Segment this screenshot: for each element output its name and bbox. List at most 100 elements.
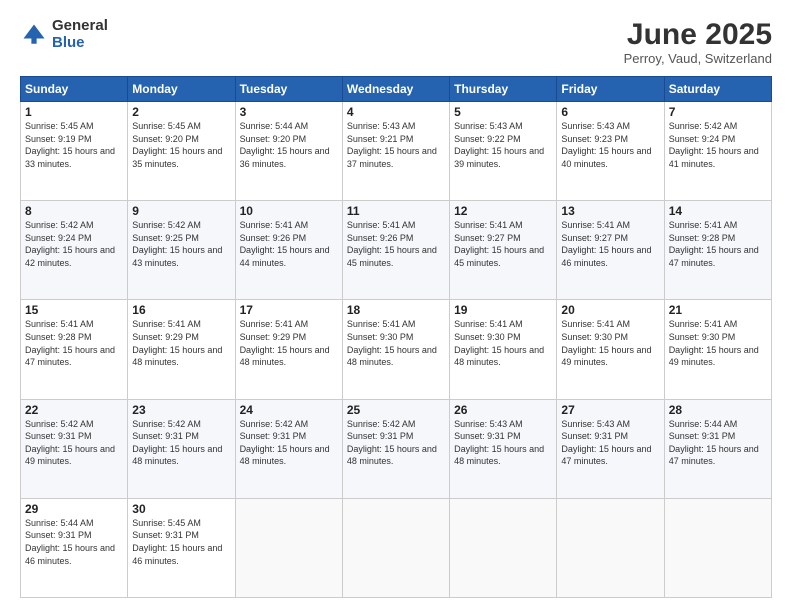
day-number: 1 xyxy=(25,105,123,119)
day-number: 4 xyxy=(347,105,445,119)
table-row xyxy=(235,498,342,597)
day-info: Sunrise: 5:41 AMSunset: 9:28 PMDaylight:… xyxy=(669,219,767,269)
title-area: June 2025 Perroy, Vaud, Switzerland xyxy=(624,18,772,66)
day-info: Sunrise: 5:41 AMSunset: 9:29 PMDaylight:… xyxy=(132,318,230,368)
table-row: 28Sunrise: 5:44 AMSunset: 9:31 PMDayligh… xyxy=(664,399,771,498)
day-info: Sunrise: 5:41 AMSunset: 9:27 PMDaylight:… xyxy=(454,219,552,269)
day-number: 17 xyxy=(240,303,338,317)
day-number: 28 xyxy=(669,403,767,417)
day-number: 3 xyxy=(240,105,338,119)
table-row: 30Sunrise: 5:45 AMSunset: 9:31 PMDayligh… xyxy=(128,498,235,597)
col-tuesday: Tuesday xyxy=(235,77,342,102)
page: General Blue June 2025 Perroy, Vaud, Swi… xyxy=(0,0,792,612)
table-row: 26Sunrise: 5:43 AMSunset: 9:31 PMDayligh… xyxy=(450,399,557,498)
table-row: 4Sunrise: 5:43 AMSunset: 9:21 PMDaylight… xyxy=(342,102,449,201)
table-row: 27Sunrise: 5:43 AMSunset: 9:31 PMDayligh… xyxy=(557,399,664,498)
header: General Blue June 2025 Perroy, Vaud, Swi… xyxy=(20,18,772,66)
calendar-row: 8Sunrise: 5:42 AMSunset: 9:24 PMDaylight… xyxy=(21,201,772,300)
day-number: 10 xyxy=(240,204,338,218)
day-info: Sunrise: 5:42 AMSunset: 9:31 PMDaylight:… xyxy=(347,418,445,468)
table-row: 1Sunrise: 5:45 AMSunset: 9:19 PMDaylight… xyxy=(21,102,128,201)
day-info: Sunrise: 5:45 AMSunset: 9:31 PMDaylight:… xyxy=(132,517,230,567)
col-monday: Monday xyxy=(128,77,235,102)
table-row: 21Sunrise: 5:41 AMSunset: 9:30 PMDayligh… xyxy=(664,300,771,399)
logo-blue: Blue xyxy=(52,35,108,52)
table-row: 23Sunrise: 5:42 AMSunset: 9:31 PMDayligh… xyxy=(128,399,235,498)
col-friday: Friday xyxy=(557,77,664,102)
calendar-row: 1Sunrise: 5:45 AMSunset: 9:19 PMDaylight… xyxy=(21,102,772,201)
table-row xyxy=(342,498,449,597)
day-info: Sunrise: 5:43 AMSunset: 9:31 PMDaylight:… xyxy=(561,418,659,468)
table-row: 25Sunrise: 5:42 AMSunset: 9:31 PMDayligh… xyxy=(342,399,449,498)
day-info: Sunrise: 5:43 AMSunset: 9:22 PMDaylight:… xyxy=(454,120,552,170)
table-row: 29Sunrise: 5:44 AMSunset: 9:31 PMDayligh… xyxy=(21,498,128,597)
day-number: 26 xyxy=(454,403,552,417)
logo-general: General xyxy=(52,18,108,35)
main-title: June 2025 xyxy=(624,18,772,51)
day-number: 6 xyxy=(561,105,659,119)
day-number: 15 xyxy=(25,303,123,317)
table-row: 9Sunrise: 5:42 AMSunset: 9:25 PMDaylight… xyxy=(128,201,235,300)
logo-text: General Blue xyxy=(52,18,108,51)
day-info: Sunrise: 5:41 AMSunset: 9:26 PMDaylight:… xyxy=(347,219,445,269)
day-info: Sunrise: 5:41 AMSunset: 9:30 PMDaylight:… xyxy=(669,318,767,368)
table-row: 8Sunrise: 5:42 AMSunset: 9:24 PMDaylight… xyxy=(21,201,128,300)
day-info: Sunrise: 5:41 AMSunset: 9:30 PMDaylight:… xyxy=(561,318,659,368)
day-info: Sunrise: 5:42 AMSunset: 9:31 PMDaylight:… xyxy=(25,418,123,468)
table-row: 3Sunrise: 5:44 AMSunset: 9:20 PMDaylight… xyxy=(235,102,342,201)
table-row: 14Sunrise: 5:41 AMSunset: 9:28 PMDayligh… xyxy=(664,201,771,300)
day-number: 8 xyxy=(25,204,123,218)
calendar-row: 15Sunrise: 5:41 AMSunset: 9:28 PMDayligh… xyxy=(21,300,772,399)
day-number: 20 xyxy=(561,303,659,317)
calendar-row: 29Sunrise: 5:44 AMSunset: 9:31 PMDayligh… xyxy=(21,498,772,597)
col-wednesday: Wednesday xyxy=(342,77,449,102)
day-number: 23 xyxy=(132,403,230,417)
day-info: Sunrise: 5:43 AMSunset: 9:21 PMDaylight:… xyxy=(347,120,445,170)
day-number: 21 xyxy=(669,303,767,317)
day-info: Sunrise: 5:41 AMSunset: 9:26 PMDaylight:… xyxy=(240,219,338,269)
logo: General Blue xyxy=(20,18,108,51)
day-info: Sunrise: 5:42 AMSunset: 9:31 PMDaylight:… xyxy=(132,418,230,468)
table-row: 6Sunrise: 5:43 AMSunset: 9:23 PMDaylight… xyxy=(557,102,664,201)
table-row: 15Sunrise: 5:41 AMSunset: 9:28 PMDayligh… xyxy=(21,300,128,399)
table-row: 10Sunrise: 5:41 AMSunset: 9:26 PMDayligh… xyxy=(235,201,342,300)
day-info: Sunrise: 5:44 AMSunset: 9:31 PMDaylight:… xyxy=(25,517,123,567)
day-number: 30 xyxy=(132,502,230,516)
table-row: 22Sunrise: 5:42 AMSunset: 9:31 PMDayligh… xyxy=(21,399,128,498)
table-row: 16Sunrise: 5:41 AMSunset: 9:29 PMDayligh… xyxy=(128,300,235,399)
day-number: 22 xyxy=(25,403,123,417)
day-number: 12 xyxy=(454,204,552,218)
col-thursday: Thursday xyxy=(450,77,557,102)
col-saturday: Saturday xyxy=(664,77,771,102)
day-info: Sunrise: 5:41 AMSunset: 9:28 PMDaylight:… xyxy=(25,318,123,368)
table-row: 11Sunrise: 5:41 AMSunset: 9:26 PMDayligh… xyxy=(342,201,449,300)
table-row xyxy=(664,498,771,597)
table-row: 5Sunrise: 5:43 AMSunset: 9:22 PMDaylight… xyxy=(450,102,557,201)
subtitle: Perroy, Vaud, Switzerland xyxy=(624,51,772,66)
day-number: 9 xyxy=(132,204,230,218)
day-info: Sunrise: 5:44 AMSunset: 9:31 PMDaylight:… xyxy=(669,418,767,468)
day-number: 11 xyxy=(347,204,445,218)
table-row: 18Sunrise: 5:41 AMSunset: 9:30 PMDayligh… xyxy=(342,300,449,399)
day-info: Sunrise: 5:41 AMSunset: 9:30 PMDaylight:… xyxy=(454,318,552,368)
day-info: Sunrise: 5:45 AMSunset: 9:20 PMDaylight:… xyxy=(132,120,230,170)
table-row: 7Sunrise: 5:42 AMSunset: 9:24 PMDaylight… xyxy=(664,102,771,201)
day-number: 27 xyxy=(561,403,659,417)
day-number: 19 xyxy=(454,303,552,317)
day-number: 5 xyxy=(454,105,552,119)
table-row: 17Sunrise: 5:41 AMSunset: 9:29 PMDayligh… xyxy=(235,300,342,399)
day-info: Sunrise: 5:41 AMSunset: 9:30 PMDaylight:… xyxy=(347,318,445,368)
table-row: 12Sunrise: 5:41 AMSunset: 9:27 PMDayligh… xyxy=(450,201,557,300)
day-number: 24 xyxy=(240,403,338,417)
day-number: 14 xyxy=(669,204,767,218)
day-number: 7 xyxy=(669,105,767,119)
calendar-row: 22Sunrise: 5:42 AMSunset: 9:31 PMDayligh… xyxy=(21,399,772,498)
day-info: Sunrise: 5:42 AMSunset: 9:24 PMDaylight:… xyxy=(669,120,767,170)
day-info: Sunrise: 5:42 AMSunset: 9:24 PMDaylight:… xyxy=(25,219,123,269)
day-info: Sunrise: 5:43 AMSunset: 9:23 PMDaylight:… xyxy=(561,120,659,170)
calendar-header-row: Sunday Monday Tuesday Wednesday Thursday… xyxy=(21,77,772,102)
table-row xyxy=(557,498,664,597)
day-info: Sunrise: 5:43 AMSunset: 9:31 PMDaylight:… xyxy=(454,418,552,468)
calendar-table: Sunday Monday Tuesday Wednesday Thursday… xyxy=(20,76,772,598)
table-row: 24Sunrise: 5:42 AMSunset: 9:31 PMDayligh… xyxy=(235,399,342,498)
